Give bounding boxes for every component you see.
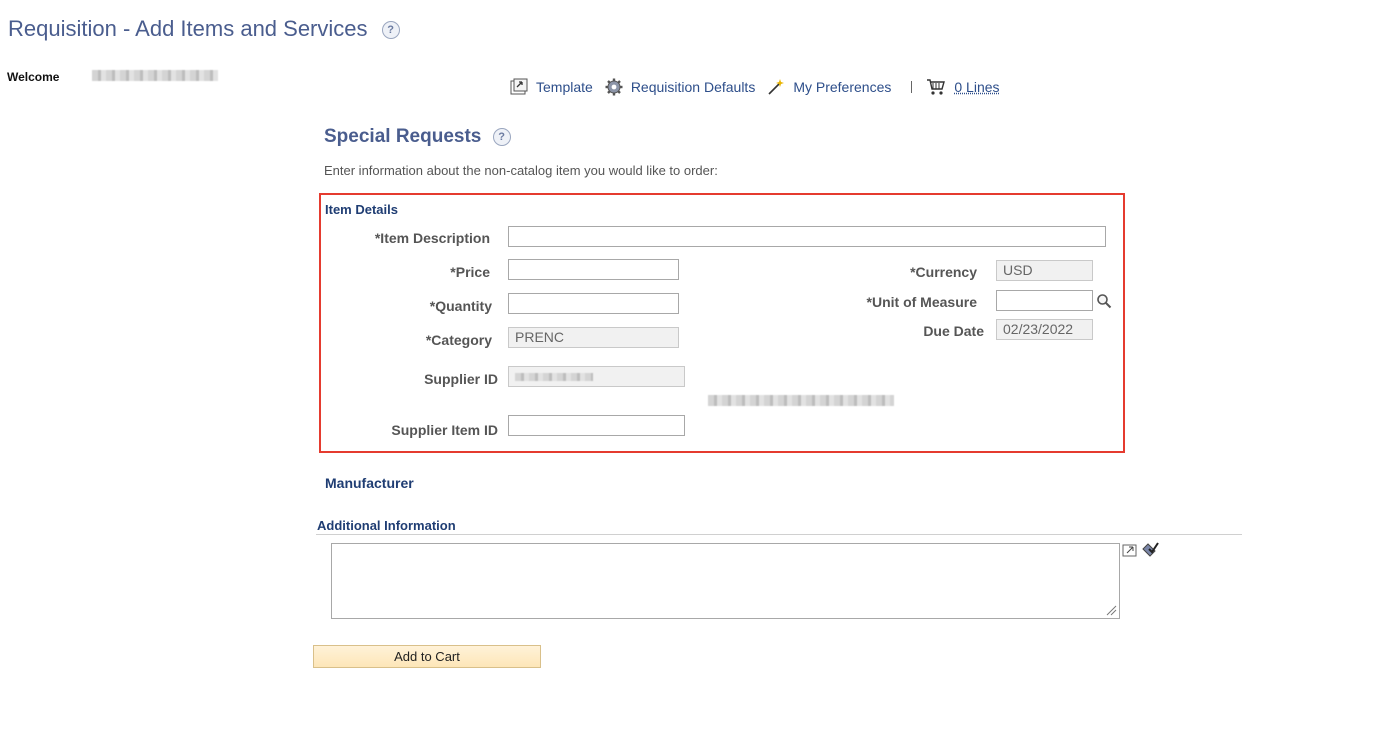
quantity-label: *Quantity — [429, 298, 492, 314]
item-details-label: Item Details — [325, 202, 398, 217]
special-requests-title-text: Special Requests — [324, 126, 482, 147]
supplier-id-label: Supplier ID — [424, 371, 498, 387]
currency-label: *Currency — [910, 264, 977, 280]
add-to-cart-button[interactable]: Add to Cart — [313, 645, 541, 668]
welcome-label: Welcome — [7, 70, 60, 84]
user-name-redacted — [92, 70, 218, 81]
manufacturer-label[interactable]: Manufacturer — [325, 475, 414, 491]
supplier-item-id-input[interactable] — [508, 415, 685, 436]
cart-link[interactable]: 0 Lines — [926, 78, 1000, 96]
currency-field: USD — [996, 260, 1093, 281]
category-field: PRENC — [508, 327, 679, 348]
supplier-name-redacted — [708, 395, 894, 406]
supplier-id-redacted — [515, 373, 593, 381]
item-description-input[interactable] — [508, 226, 1106, 247]
quantity-input[interactable] — [508, 293, 679, 314]
special-requests-intro: Enter information about the non-catalog … — [324, 163, 718, 178]
additional-information-label: Additional Information — [317, 518, 456, 533]
page-title-text: Requisition - Add Items and Services — [8, 16, 368, 41]
supplier-item-id-label: Supplier Item ID — [391, 422, 498, 438]
cart-lines-link[interactable]: 0 Lines — [954, 79, 999, 95]
magic-wand-icon — [768, 79, 785, 95]
template-label: Template — [536, 79, 593, 95]
due-date-label: Due Date — [923, 323, 984, 339]
expand-icon[interactable] — [1122, 542, 1138, 558]
requisition-defaults-link[interactable]: Requisition Defaults — [605, 78, 756, 96]
additional-information-divider — [316, 534, 1242, 535]
gear-icon — [605, 78, 623, 96]
unit-of-measure-label: *Unit of Measure — [866, 294, 977, 310]
my-preferences-link[interactable]: My Preferences — [767, 78, 891, 96]
template-icon — [510, 78, 528, 95]
supplier-id-field — [508, 366, 685, 387]
price-label: *Price — [450, 264, 490, 280]
price-input[interactable] — [508, 259, 679, 280]
page-title: Requisition - Add Items and Services ? — [8, 16, 400, 42]
template-link[interactable]: Template — [510, 78, 593, 96]
resize-handle-icon[interactable] — [1105, 604, 1117, 616]
toolbar: Template Requisition Defaults My Prefere… — [510, 76, 1012, 98]
due-date-field: 02/23/2022 — [996, 319, 1093, 340]
additional-information-textarea[interactable] — [331, 543, 1120, 619]
item-description-label: *Item Description — [374, 230, 490, 246]
my-preferences-label: My Preferences — [793, 79, 892, 95]
requisition-defaults-label: Requisition Defaults — [630, 79, 756, 95]
help-icon[interactable]: ? — [492, 127, 511, 146]
toolbar-separator — [911, 81, 913, 93]
category-label: *Category — [425, 332, 492, 348]
search-icon[interactable] — [1096, 293, 1112, 309]
help-icon[interactable]: ? — [381, 21, 400, 40]
unit-of-measure-input[interactable] — [996, 290, 1093, 311]
spellcheck-icon[interactable] — [1140, 540, 1160, 558]
shopping-cart-icon — [927, 79, 946, 95]
special-requests-title: Special Requests ? — [324, 126, 511, 148]
